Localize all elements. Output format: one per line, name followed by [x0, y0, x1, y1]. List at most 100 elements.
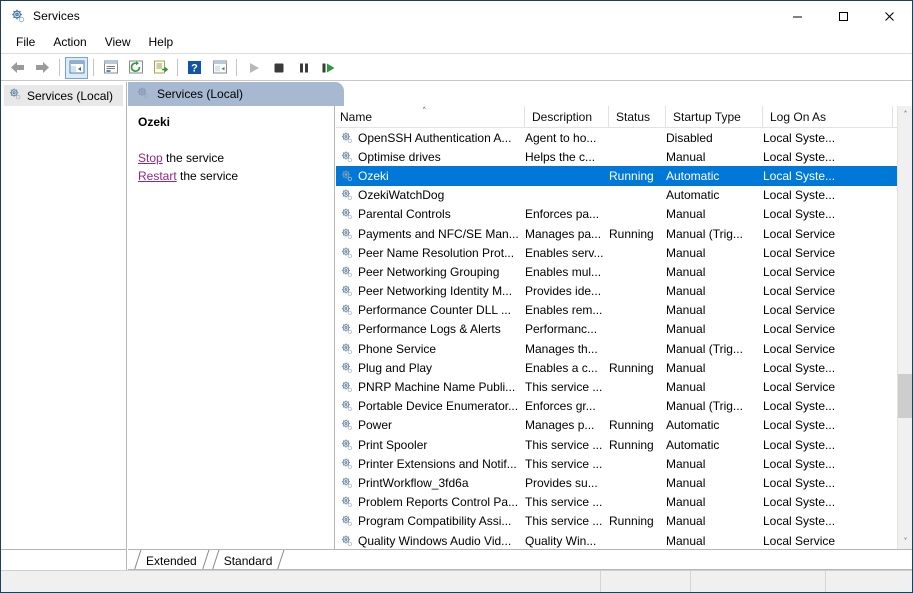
restart-service-text: the service [176, 169, 239, 183]
column-header-status[interactable]: Status [609, 106, 666, 128]
table-row[interactable]: Peer Name Resolution Prot... Enables serv… [336, 243, 897, 262]
table-row[interactable]: Ozeki Running Automatic Local Syste... [336, 166, 897, 186]
refresh-icon[interactable] [124, 57, 147, 79]
maximize-button[interactable] [820, 1, 866, 31]
cell-startup-type: Disabled [666, 130, 713, 145]
cell-startup-type: Manual [666, 149, 706, 164]
table-row[interactable]: Phone Service Manages th... Manual (Trig..… [336, 339, 897, 358]
cell-log-on-as: Local Syste... [763, 399, 836, 414]
column-header-description[interactable]: Description [525, 106, 609, 128]
service-name-text: Performance Counter DLL ... [358, 303, 511, 318]
cell-name: Printer Extensions and Notif... [336, 457, 525, 471]
export-list-icon[interactable] [149, 57, 172, 79]
table-row[interactable]: PrintWorkflow_3fd6a Provides su... Manual L… [336, 473, 897, 492]
cell-startup-type: Manual [666, 533, 706, 548]
column-header-log-on-as[interactable]: Log On As [763, 106, 893, 128]
table-row[interactable]: Program Compatibility Assi... This servic… [336, 512, 897, 531]
tab-standard[interactable]: Standard [210, 550, 286, 571]
table-row[interactable]: Problem Reports Control Pa... This servic… [336, 493, 897, 512]
service-name-text: OzekiWatchDog [358, 188, 445, 203]
start-service-icon[interactable] [242, 57, 265, 79]
cell-startup-type: Manual (Trig... [666, 341, 743, 356]
cell-startup-type: Manual [666, 207, 706, 222]
menu-action[interactable]: Action [44, 32, 95, 52]
table-row[interactable]: Power Manages p... Running Automatic Local S… [336, 416, 897, 435]
toolbar-separator [59, 59, 60, 76]
table-row[interactable]: OzekiWatchDog Automatic Local Syste... [336, 186, 897, 205]
restart-service-icon[interactable] [317, 57, 340, 79]
tree-pane: Services (Local) [1, 82, 127, 549]
new-window-icon[interactable] [208, 57, 231, 79]
cell-startup-type: Manual [666, 322, 706, 337]
help-icon[interactable]: ? [183, 57, 206, 79]
tab-extended-label: Extended [146, 553, 197, 568]
table-row[interactable]: OpenSSH Authentication A... Agent to ho..… [336, 128, 897, 147]
cell-log-on-as: Local Syste... [763, 130, 836, 145]
title-bar: Services [1, 1, 912, 31]
cell-name: Portable Device Enumerator... [336, 399, 525, 413]
table-row[interactable]: Portable Device Enumerator... Enforces gr… [336, 397, 897, 416]
stop-service-link[interactable]: Stop [138, 151, 163, 165]
tree-node-services-local[interactable]: Services (Local) [4, 85, 123, 106]
cell-log-on-as: Local Service [763, 245, 836, 260]
table-row[interactable]: Quality Windows Audio Vid... Quality Win.… [336, 531, 897, 549]
table-row[interactable]: Peer Networking Grouping Enables mul... Ma… [336, 262, 897, 281]
status-pane-2 [601, 570, 691, 592]
table-row[interactable]: Peer Networking Identity M... Provides id… [336, 282, 897, 301]
cell-name: Optimise drives [336, 150, 525, 164]
cell-log-on-as: Local Syste... [763, 188, 836, 203]
restart-service-action: Restart the service [138, 167, 324, 185]
services-list-pane: Name ˄ Description Status Startup Type L… [336, 106, 912, 549]
pane-header-tab[interactable]: Services (Local) [128, 82, 344, 106]
table-row[interactable]: Payments and NFC/SE Man... Manages pa... R… [336, 224, 897, 243]
service-name-text: Power [358, 418, 393, 433]
pause-service-icon[interactable] [292, 57, 315, 79]
service-name-text: Plug and Play [358, 360, 433, 375]
cell-description: This service ... [525, 495, 603, 510]
forward-arrow-icon[interactable] [31, 57, 54, 79]
table-row[interactable]: Performance Counter DLL ... Enables rem..… [336, 301, 897, 320]
cell-log-on-as: Local Syste... [763, 456, 836, 471]
selected-service-name: Ozeki [138, 115, 171, 129]
restart-service-link[interactable]: Restart [138, 169, 177, 183]
tab-extended[interactable]: Extended [132, 550, 210, 571]
minimize-button[interactable] [774, 1, 820, 31]
column-header-name[interactable]: Name ˄ [336, 106, 525, 128]
stop-service-icon[interactable] [267, 57, 290, 79]
cell-log-on-as: Local Syste... [763, 437, 836, 452]
cell-description: Provides su... [525, 475, 598, 490]
cell-name: OpenSSH Authentication A... [336, 131, 525, 145]
back-arrow-icon[interactable] [6, 57, 29, 79]
scroll-down-arrow-icon[interactable]: ˅ [898, 533, 912, 549]
menu-file[interactable]: File [7, 32, 44, 52]
toolbar-separator [236, 59, 237, 76]
service-name-text: Ozeki [358, 168, 389, 183]
table-row[interactable]: Optimise drives Helps the c... Manual Local… [336, 147, 897, 166]
scrollbar-thumb[interactable] [898, 374, 912, 418]
cell-status: Running [609, 418, 654, 433]
menu-help[interactable]: Help [140, 32, 183, 52]
table-row[interactable]: Printer Extensions and Notif... This serv… [336, 454, 897, 473]
table-row[interactable]: Parental Controls Enforces pa... Manual Loc… [336, 205, 897, 224]
properties-icon[interactable] [99, 57, 122, 79]
cell-log-on-as: Local Syste... [763, 149, 836, 164]
cell-startup-type: Manual [666, 360, 706, 375]
cell-status: Running [609, 514, 654, 529]
cell-description: Enables mul... [525, 264, 602, 279]
table-row[interactable]: Performance Logs & Alerts Performanc... Ma… [336, 320, 897, 339]
close-button[interactable] [866, 1, 912, 31]
scroll-up-arrow-icon[interactable]: ˄ [898, 106, 912, 122]
show-hide-tree-icon[interactable] [65, 56, 88, 79]
cell-description: Helps the c... [525, 149, 596, 164]
service-name-text: Problem Reports Control Pa... [358, 495, 519, 510]
table-row[interactable]: Plug and Play Enables a c... Running Manual… [336, 358, 897, 377]
cell-log-on-as: Local Service [763, 380, 836, 395]
cell-startup-type: Manual [666, 284, 706, 299]
column-header-startup-type[interactable]: Startup Type [666, 106, 763, 128]
service-name-text: OpenSSH Authentication A... [358, 130, 512, 145]
cell-log-on-as: Local Service [763, 341, 836, 356]
vertical-scrollbar[interactable]: ˄ ˅ [897, 106, 912, 549]
table-row[interactable]: PNRP Machine Name Publi... This service .… [336, 377, 897, 396]
table-row[interactable]: Print Spooler This service ... Running Auto… [336, 435, 897, 454]
menu-view[interactable]: View [96, 32, 140, 52]
